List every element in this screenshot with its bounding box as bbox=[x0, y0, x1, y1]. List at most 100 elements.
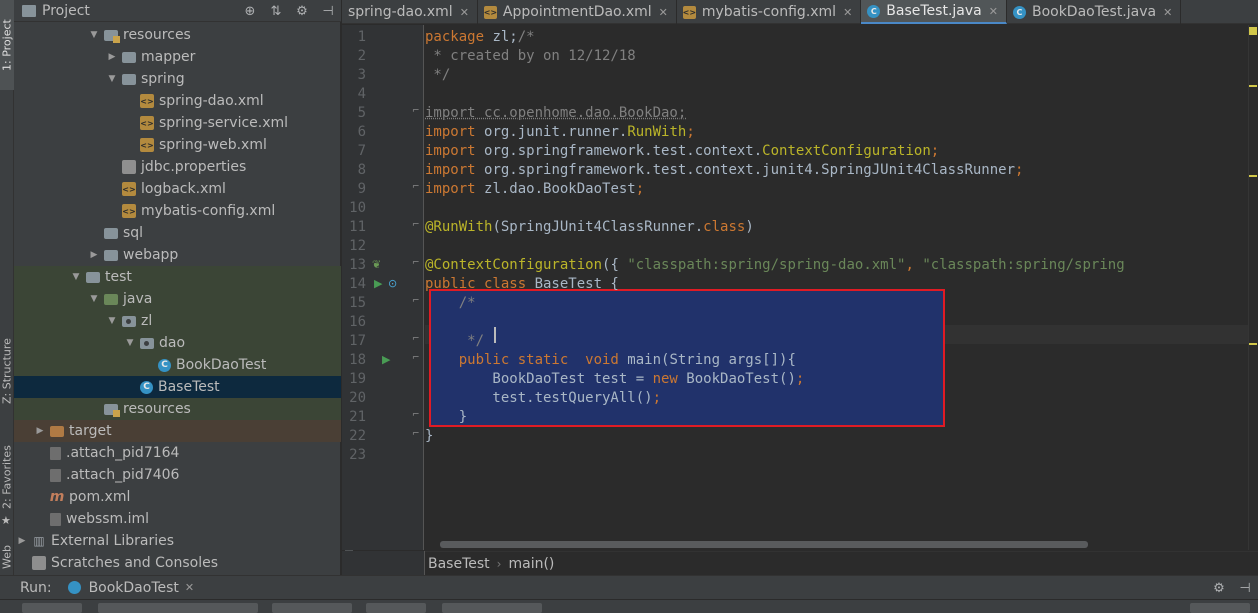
tree-item[interactable]: <> spring-dao.xml bbox=[14, 90, 341, 112]
tree-item[interactable]: ▶ ▥ External Libraries bbox=[14, 530, 341, 552]
folder-icon bbox=[122, 51, 136, 63]
chevron-down-icon[interactable]: ▼ bbox=[106, 316, 118, 326]
close-icon[interactable]: ✕ bbox=[843, 6, 852, 19]
code-line: */ bbox=[425, 66, 450, 85]
gear-icon[interactable]: ⚙ bbox=[1206, 581, 1232, 596]
spring-bean-icon: ❦ bbox=[372, 258, 382, 271]
hide-icon[interactable]: ⊣ bbox=[315, 4, 341, 19]
tab-web-tool[interactable]: Web bbox=[0, 540, 14, 574]
collapse-icon[interactable]: ⇅ bbox=[263, 4, 289, 19]
code-token: import bbox=[425, 124, 485, 140]
line-number: 6 bbox=[357, 124, 366, 140]
tree-item[interactable]: jdbc.properties bbox=[14, 156, 341, 178]
tree-item[interactable]: ▶ webapp bbox=[14, 244, 341, 266]
chevron-right-icon[interactable]: ▶ bbox=[34, 426, 46, 436]
inspection-status-icon[interactable] bbox=[1249, 27, 1257, 35]
tree-item[interactable]: ▼ zl bbox=[14, 310, 341, 332]
tree-item[interactable]: .attach_pid7406 bbox=[14, 464, 341, 486]
tree-item[interactable]: resources bbox=[14, 398, 341, 420]
chevron-down-icon[interactable]: ▼ bbox=[124, 338, 136, 348]
run-icon[interactable]: ▶ bbox=[382, 353, 390, 366]
close-icon[interactable]: ✕ bbox=[185, 581, 194, 594]
code-token: import bbox=[425, 143, 485, 159]
locate-icon[interactable]: ⊕ bbox=[237, 4, 263, 19]
tree-item[interactable]: <> spring-web.xml bbox=[14, 134, 341, 156]
tree-item[interactable]: ▼ dao bbox=[14, 332, 341, 354]
tool-window-button[interactable] bbox=[442, 603, 542, 613]
tree-item-label: Scratches and Consoles bbox=[51, 555, 218, 571]
tool-window-button[interactable] bbox=[272, 603, 352, 613]
warning-marker[interactable] bbox=[1249, 85, 1257, 87]
close-icon[interactable]: ✕ bbox=[989, 5, 998, 18]
fold-icon[interactable]: ⌐ bbox=[412, 353, 420, 363]
tree-item[interactable]: ▼ java bbox=[14, 288, 341, 310]
chevron-right-icon[interactable]: ▶ bbox=[88, 250, 100, 260]
fold-icon[interactable]: ⌐ bbox=[412, 106, 420, 116]
tree-item[interactable]: C BaseTest bbox=[14, 376, 341, 398]
line-number: 3 bbox=[357, 67, 366, 83]
run-icon[interactable]: ▶ bbox=[374, 277, 382, 290]
java-class-icon bbox=[67, 581, 81, 594]
tree-item[interactable]: <> spring-service.xml bbox=[14, 112, 341, 134]
code-editor[interactable]: package zl;/* * created by on 12/12/18 *… bbox=[425, 25, 1258, 550]
tree-item[interactable]: ▶ mapper bbox=[14, 46, 341, 68]
editor-tab[interactable]: <> AppointmentDao.xml ✕ bbox=[478, 0, 677, 24]
project-panel-title[interactable]: Project bbox=[42, 3, 90, 19]
code-token: * created by on 12/12/18 bbox=[425, 48, 636, 64]
close-icon[interactable]: ✕ bbox=[460, 6, 469, 19]
breadcrumb-class[interactable]: BaseTest bbox=[428, 556, 490, 572]
event-log-button[interactable] bbox=[1190, 603, 1250, 613]
breadcrumb-method[interactable]: main() bbox=[508, 556, 554, 572]
tab-favorites-tool[interactable]: 2: Favorites bbox=[0, 440, 14, 514]
tree-item[interactable]: <> mybatis-config.xml bbox=[14, 200, 341, 222]
run-tab-bookdaotest[interactable]: BookDaoTest ✕ bbox=[67, 580, 194, 596]
tool-window-button[interactable] bbox=[22, 603, 82, 613]
tree-item[interactable]: webssm.iml bbox=[14, 508, 341, 530]
tree-item[interactable]: m pom.xml bbox=[14, 486, 341, 508]
gear-icon[interactable]: ⚙ bbox=[289, 4, 315, 19]
hide-icon[interactable]: ⊣ bbox=[1232, 581, 1258, 596]
fold-icon[interactable]: ⌐ bbox=[412, 182, 420, 192]
warning-marker[interactable] bbox=[1249, 343, 1257, 345]
code-line: @RunWith(SpringJUnit4ClassRunner.class) bbox=[425, 218, 754, 237]
tree-item[interactable]: ▼ spring bbox=[14, 68, 341, 90]
fold-icon[interactable]: ⌐ bbox=[412, 334, 420, 344]
chevron-down-icon[interactable]: ▼ bbox=[70, 272, 82, 282]
editor-tab[interactable]: C BaseTest.java ✕ bbox=[861, 0, 1007, 24]
tree-item[interactable]: C BookDaoTest bbox=[14, 354, 341, 376]
editor-tab[interactable]: <> mybatis-config.xml ✕ bbox=[677, 0, 862, 24]
code-token: ; bbox=[795, 371, 805, 387]
chevron-down-icon[interactable]: ▼ bbox=[106, 74, 118, 84]
close-icon[interactable]: ✕ bbox=[659, 6, 668, 19]
warning-marker[interactable] bbox=[1249, 175, 1257, 177]
tree-item[interactable]: ▶ target bbox=[14, 420, 341, 442]
line-number: 15 bbox=[349, 295, 366, 311]
chevron-down-icon[interactable]: ▼ bbox=[88, 294, 100, 304]
tab-structure-tool[interactable]: Z: Structure bbox=[0, 336, 14, 406]
fold-icon[interactable]: ⌐ bbox=[412, 429, 420, 439]
tool-window-button[interactable] bbox=[366, 603, 426, 613]
file-icon bbox=[50, 446, 61, 460]
tab-project-tool[interactable]: 1: Project bbox=[0, 0, 14, 90]
tree-item[interactable]: .attach_pid7164 bbox=[14, 442, 341, 464]
tree-item[interactable]: ▼ test bbox=[14, 266, 341, 288]
fold-icon[interactable]: ⌐ bbox=[412, 410, 420, 420]
chevron-right-icon[interactable]: ▶ bbox=[16, 536, 28, 546]
tree-item[interactable]: sql bbox=[14, 222, 341, 244]
editor-tab-label: spring-dao.xml bbox=[348, 4, 453, 20]
code-line: } bbox=[425, 427, 433, 446]
tree-item[interactable]: Scratches and Consoles bbox=[14, 552, 341, 574]
fold-icon[interactable]: ⌐ bbox=[412, 258, 420, 268]
close-icon[interactable]: ✕ bbox=[1163, 6, 1172, 19]
editor-tab[interactable]: C BookDaoTest.java ✕ bbox=[1007, 0, 1182, 24]
editor-tab[interactable]: spring-dao.xml ✕ bbox=[342, 0, 478, 24]
tool-window-button[interactable] bbox=[98, 603, 258, 613]
fold-icon[interactable]: ⌐ bbox=[412, 220, 420, 230]
tree-item[interactable]: <> logback.xml bbox=[14, 178, 341, 200]
tree-item[interactable]: ▼ resources bbox=[14, 24, 341, 46]
chevron-right-icon[interactable]: ▶ bbox=[106, 52, 118, 62]
fold-icon[interactable]: ⌐ bbox=[412, 296, 420, 306]
editor-horizontal-scrollbar[interactable] bbox=[440, 541, 1088, 548]
chevron-down-icon[interactable]: ▼ bbox=[88, 30, 100, 40]
implemented-icon: ⊙ bbox=[388, 277, 398, 290]
